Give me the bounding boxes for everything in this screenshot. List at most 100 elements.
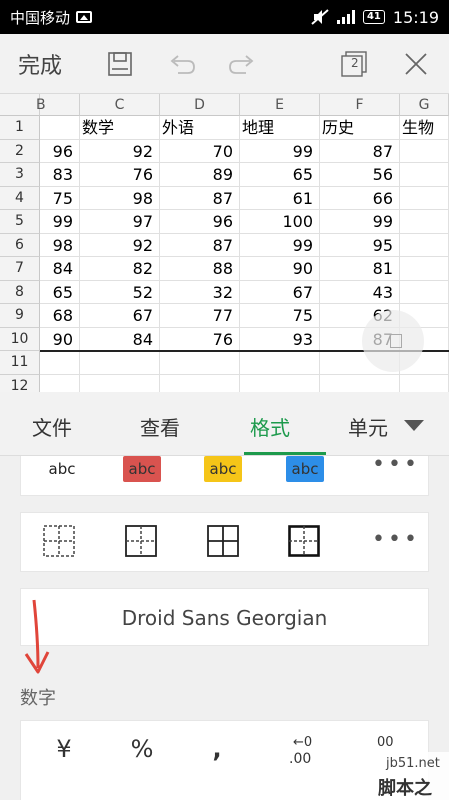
table-cell[interactable] bbox=[40, 374, 80, 392]
table-cell[interactable] bbox=[240, 374, 320, 392]
increase-decimal-button[interactable]: ←0 .00 bbox=[289, 735, 319, 771]
table-cell[interactable] bbox=[240, 351, 320, 375]
table-cell[interactable] bbox=[400, 163, 449, 187]
column-header-e[interactable]: E bbox=[240, 94, 320, 116]
tab-cell[interactable]: 单元 bbox=[348, 412, 388, 441]
style-blue[interactable]: abc bbox=[286, 456, 324, 482]
more-styles-icon[interactable]: ••• bbox=[372, 452, 420, 477]
table-cell[interactable] bbox=[400, 257, 449, 281]
table-cell[interactable]: 65 bbox=[240, 163, 320, 187]
font-name[interactable]: Droid Sans Georgian bbox=[21, 589, 428, 647]
table-cell[interactable]: 67 bbox=[80, 304, 160, 328]
row-header[interactable]: 6 bbox=[0, 233, 40, 257]
border-outer-icon[interactable] bbox=[125, 525, 157, 557]
table-cell[interactable]: 98 bbox=[40, 233, 80, 257]
border-none-icon[interactable] bbox=[43, 525, 75, 557]
table-cell[interactable]: 96 bbox=[160, 210, 240, 234]
font-panel[interactable]: Droid Sans Georgian bbox=[20, 588, 429, 646]
table-cell[interactable]: 32 bbox=[160, 280, 240, 304]
tab-format[interactable]: 格式 bbox=[250, 412, 290, 441]
floating-keyboard-button[interactable] bbox=[362, 310, 424, 372]
table-cell[interactable]: 75 bbox=[240, 304, 320, 328]
style-plain[interactable]: abc bbox=[43, 456, 81, 482]
row-header[interactable]: 2 bbox=[0, 139, 40, 163]
style-red[interactable]: abc bbox=[123, 456, 161, 482]
table-cell[interactable]: 100 bbox=[240, 210, 320, 234]
table-cell[interactable]: 56 bbox=[320, 163, 400, 187]
border-all-icon[interactable] bbox=[207, 525, 239, 557]
table-cell[interactable]: 生物 bbox=[400, 116, 449, 140]
table-cell[interactable]: 68 bbox=[40, 304, 80, 328]
table-cell[interactable]: 92 bbox=[80, 139, 160, 163]
table-cell[interactable] bbox=[40, 116, 80, 140]
column-header-g[interactable]: G bbox=[400, 94, 449, 116]
table-cell[interactable]: 52 bbox=[80, 280, 160, 304]
table-cell[interactable] bbox=[320, 374, 400, 392]
table-cell[interactable]: 77 bbox=[160, 304, 240, 328]
table-cell[interactable] bbox=[400, 280, 449, 304]
table-cell[interactable] bbox=[80, 351, 160, 375]
table-cell[interactable]: 75 bbox=[40, 186, 80, 210]
table-cell[interactable]: 87 bbox=[160, 233, 240, 257]
table-cell[interactable]: 98 bbox=[80, 186, 160, 210]
row-header[interactable]: 11 bbox=[0, 351, 40, 375]
table-cell[interactable] bbox=[400, 374, 449, 392]
table-cell[interactable] bbox=[160, 374, 240, 392]
tab-view[interactable]: 查看 bbox=[140, 412, 180, 441]
currency-format-button[interactable]: ¥ bbox=[51, 735, 77, 763]
row-header[interactable]: 12 bbox=[0, 374, 40, 392]
row-header[interactable]: 9 bbox=[0, 304, 40, 328]
table-cell[interactable]: 99 bbox=[40, 210, 80, 234]
table-cell[interactable]: 99 bbox=[240, 233, 320, 257]
row-header[interactable]: 8 bbox=[0, 280, 40, 304]
table-cell[interactable]: 76 bbox=[160, 327, 240, 351]
table-cell[interactable]: 96 bbox=[40, 139, 80, 163]
table-cell[interactable]: 97 bbox=[80, 210, 160, 234]
done-button[interactable]: 完成 bbox=[18, 48, 82, 80]
table-cell[interactable]: 76 bbox=[80, 163, 160, 187]
table-cell[interactable]: 61 bbox=[240, 186, 320, 210]
table-cell[interactable]: 88 bbox=[160, 257, 240, 281]
table-cell[interactable]: 87 bbox=[320, 139, 400, 163]
table-cell[interactable] bbox=[400, 210, 449, 234]
table-cell[interactable]: 82 bbox=[80, 257, 160, 281]
row-header[interactable]: 7 bbox=[0, 257, 40, 281]
table-cell[interactable] bbox=[400, 139, 449, 163]
table-cell[interactable] bbox=[400, 233, 449, 257]
table-cell[interactable]: 90 bbox=[240, 257, 320, 281]
percent-format-button[interactable]: % bbox=[127, 735, 157, 763]
close-icon[interactable] bbox=[400, 48, 432, 80]
table-cell[interactable]: 67 bbox=[240, 280, 320, 304]
table-cell[interactable]: 87 bbox=[160, 186, 240, 210]
row-header[interactable]: 10 bbox=[0, 327, 40, 351]
tab-file[interactable]: 文件 bbox=[32, 412, 72, 441]
style-yellow[interactable]: abc bbox=[204, 456, 242, 482]
column-header-d[interactable]: D bbox=[160, 94, 240, 116]
row-header[interactable]: 5 bbox=[0, 210, 40, 234]
more-borders-icon[interactable]: ••• bbox=[372, 527, 420, 552]
table-cell[interactable]: 95 bbox=[320, 233, 400, 257]
chevron-down-icon[interactable] bbox=[404, 420, 424, 431]
table-cell[interactable]: 99 bbox=[240, 139, 320, 163]
table-cell[interactable]: 89 bbox=[160, 163, 240, 187]
table-cell[interactable]: 70 bbox=[160, 139, 240, 163]
redo-icon[interactable] bbox=[226, 48, 258, 80]
corner-cell[interactable] bbox=[0, 94, 40, 116]
column-header-b[interactable]: B bbox=[36, 94, 80, 116]
table-cell[interactable]: 92 bbox=[80, 233, 160, 257]
table-cell[interactable]: 外语 bbox=[160, 116, 240, 140]
table-cell[interactable]: 历史 bbox=[320, 116, 400, 140]
table-cell[interactable]: 84 bbox=[80, 327, 160, 351]
table-cell[interactable]: 数学 bbox=[80, 116, 160, 140]
column-header-c[interactable]: C bbox=[80, 94, 160, 116]
table-cell[interactable]: 90 bbox=[40, 327, 80, 351]
row-header[interactable]: 1 bbox=[0, 116, 40, 140]
table-cell[interactable]: 93 bbox=[240, 327, 320, 351]
table-cell[interactable]: 81 bbox=[320, 257, 400, 281]
table-cell[interactable]: 65 bbox=[40, 280, 80, 304]
row-header[interactable]: 4 bbox=[0, 186, 40, 210]
window-switch-icon[interactable]: 2 bbox=[338, 48, 370, 80]
table-cell[interactable]: 43 bbox=[320, 280, 400, 304]
border-thick-outer-icon[interactable] bbox=[288, 525, 320, 557]
table-cell[interactable]: 84 bbox=[40, 257, 80, 281]
